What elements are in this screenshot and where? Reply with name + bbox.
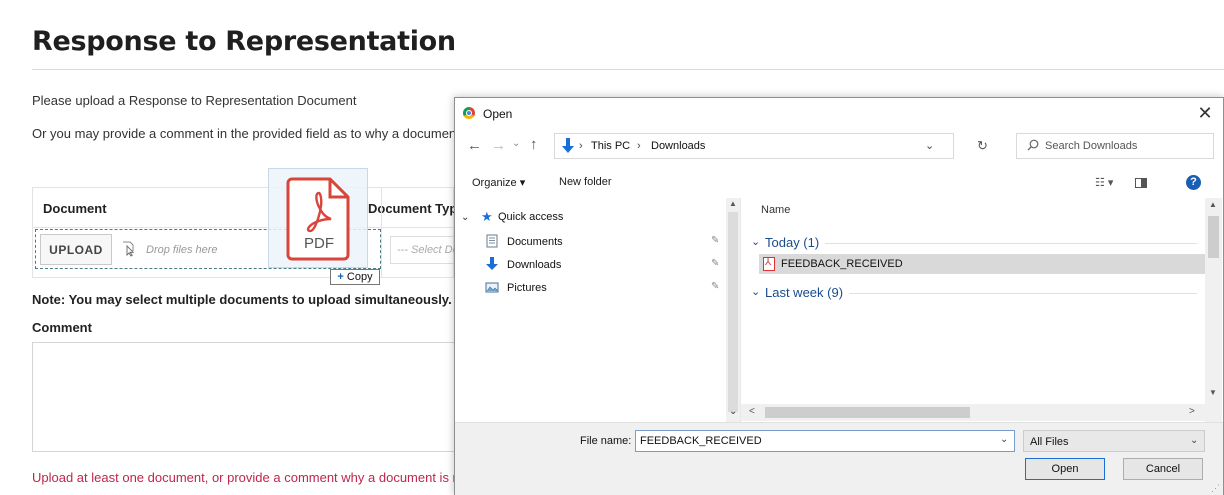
page-title: Response to Representation xyxy=(32,26,456,57)
upload-button[interactable]: UPLOAD xyxy=(40,234,112,265)
pin-icon: ✎ xyxy=(711,281,720,292)
column-document: Document xyxy=(43,201,107,216)
file-type-select[interactable]: All Files ⌄ xyxy=(1023,430,1205,452)
group-label: Last week (9) xyxy=(765,285,850,300)
nav-item-pictures[interactable]: Pictures ✎ xyxy=(485,278,725,298)
open-file-dialog: Open ✕ ← → ⌄ ↑ › This PC › Downloads ⌄ ↻… xyxy=(454,97,1224,495)
star-icon: ★ xyxy=(481,209,493,224)
document-table: Document Document Type UPLOAD Drop files… xyxy=(32,187,465,278)
resize-grip-icon[interactable]: ⋰ xyxy=(1211,483,1220,494)
file-row-feedback-received[interactable]: FEEDBACK_RECEIVED xyxy=(759,254,1205,274)
group-today[interactable]: ⌄ Today (1) xyxy=(751,232,1197,252)
pin-icon: ✎ xyxy=(711,258,720,269)
group-last-week[interactable]: ⌄ Last week (9) xyxy=(751,282,1197,302)
address-bar[interactable]: › This PC › Downloads ⌄ xyxy=(554,133,954,159)
pin-icon: ✎ xyxy=(711,235,720,246)
scroll-right-icon[interactable]: > xyxy=(1189,406,1195,417)
expand-chevron-icon[interactable]: ⌄ xyxy=(461,212,469,223)
forward-arrow-icon[interactable]: → xyxy=(491,137,506,154)
title-divider xyxy=(32,69,1224,70)
drop-hint: Drop files here xyxy=(146,244,218,256)
collapse-chevron-icon[interactable]: ⌄ xyxy=(751,285,760,298)
dialog-titlebar[interactable]: Open ✕ xyxy=(455,98,1223,128)
pdf-file-icon: PDF xyxy=(286,177,350,261)
chrome-icon xyxy=(463,107,475,119)
chevron-down-icon[interactable]: ⌄ xyxy=(925,139,934,152)
scroll-up-icon[interactable]: ▲ xyxy=(1209,200,1217,209)
scroll-left-icon[interactable]: < xyxy=(749,406,755,417)
comment-label: Comment xyxy=(32,320,92,335)
scrollbar-thumb[interactable] xyxy=(728,212,738,412)
file-type-value: All Files xyxy=(1030,436,1069,448)
column-divider xyxy=(381,188,382,278)
pictures-icon xyxy=(485,282,499,293)
scrollbar-thumb[interactable] xyxy=(1208,216,1219,258)
copy-plus-icon: + xyxy=(337,271,344,283)
help-icon[interactable]: ? xyxy=(1186,175,1201,190)
navigation-pane: ⌄ ★ Quick access Documents ✎ Downloads ✎… xyxy=(455,198,740,422)
file-list-hscrollbar[interactable]: < > xyxy=(741,404,1205,421)
breadcrumb-this-pc[interactable]: This PC xyxy=(591,140,630,152)
pdf-label: PDF xyxy=(304,235,334,252)
close-icon[interactable]: ✕ xyxy=(1193,103,1217,123)
document-type-select[interactable]: --- Select Document Type --- xyxy=(390,236,460,264)
up-arrow-icon[interactable]: ↑ xyxy=(530,136,538,153)
chevron-down-icon[interactable]: ⌄ xyxy=(729,406,737,417)
comment-textarea[interactable] xyxy=(32,342,462,452)
back-arrow-icon[interactable]: ← xyxy=(467,137,482,154)
refresh-icon[interactable]: ↻ xyxy=(977,138,988,154)
group-label: Today (1) xyxy=(765,235,826,250)
downloads-icon xyxy=(486,257,498,270)
dragged-file-ghost: PDF xyxy=(268,168,368,268)
dialog-footer: File name: FEEDBACK_RECEIVED ⌄ All Files… xyxy=(455,422,1223,495)
scrollbar-thumb[interactable] xyxy=(765,407,970,418)
breadcrumb-separator: › xyxy=(637,140,641,152)
file-list-vscrollbar[interactable]: ▲ ▼ xyxy=(1205,198,1222,422)
group-divider xyxy=(765,243,1197,244)
open-button[interactable]: Open xyxy=(1025,458,1105,480)
view-options-icon[interactable]: ☷ ▾ xyxy=(1095,176,1113,189)
intro-text-2: Or you may provide a comment in the prov… xyxy=(32,126,454,141)
nav-item-downloads[interactable]: Downloads ✎ xyxy=(485,255,725,275)
copy-tooltip: + Copy xyxy=(330,269,380,285)
search-input[interactable] xyxy=(1045,138,1205,154)
file-name-input[interactable]: FEEDBACK_RECEIVED xyxy=(635,430,1015,452)
scroll-up-icon[interactable]: ▲ xyxy=(729,199,737,208)
downloads-icon xyxy=(562,138,574,153)
nav-item-label: Documents xyxy=(507,236,563,248)
command-bar: Organize ▾ New folder ☷ ▾ ? xyxy=(455,170,1223,196)
organize-menu[interactable]: Organize ▾ xyxy=(472,176,525,189)
multi-upload-note: Note: You may select multiple documents … xyxy=(32,292,452,307)
column-document-type: Document Type xyxy=(368,201,465,216)
nav-scrollbar[interactable]: ▲ xyxy=(726,198,740,422)
file-name-label: File name: xyxy=(580,435,632,447)
validation-error: Upload at least one document, or provide… xyxy=(32,470,454,485)
breadcrumb-downloads[interactable]: Downloads xyxy=(651,140,705,152)
file-list-pane: Name ⌄ Today (1) ⌄ Last week (9) xyxy=(741,198,1211,422)
breadcrumb-separator: › xyxy=(579,140,583,152)
intro-text: Please upload a Response to Representati… xyxy=(32,93,357,108)
nav-item-label: Downloads xyxy=(507,259,562,271)
nav-item-label: Pictures xyxy=(507,282,547,294)
cancel-button[interactable]: Cancel xyxy=(1123,458,1203,480)
column-header-name[interactable]: Name xyxy=(761,204,790,216)
copy-label: Copy xyxy=(346,271,373,283)
nav-item-documents[interactable]: Documents ✎ xyxy=(485,232,725,252)
quick-access-item[interactable]: Quick access xyxy=(498,211,563,223)
drop-cursor-icon xyxy=(123,241,135,257)
navigation-bar: ← → ⌄ ↑ › This PC › Downloads ⌄ ↻ xyxy=(455,128,1223,164)
documents-icon xyxy=(486,234,498,248)
recent-locations-icon[interactable]: ⌄ xyxy=(512,138,520,149)
chevron-down-icon: ⌄ xyxy=(1190,435,1199,446)
preview-pane-icon[interactable] xyxy=(1135,178,1147,188)
dialog-title: Open xyxy=(483,107,513,121)
new-folder-button[interactable]: New folder xyxy=(559,176,612,188)
search-box[interactable] xyxy=(1016,133,1214,159)
scroll-down-icon[interactable]: ▼ xyxy=(1209,388,1217,397)
chevron-down-icon[interactable]: ⌄ xyxy=(1000,434,1008,445)
file-name: FEEDBACK_RECEIVED xyxy=(781,258,903,270)
search-icon xyxy=(1027,139,1039,151)
collapse-chevron-icon[interactable]: ⌄ xyxy=(751,235,760,248)
pdf-file-icon xyxy=(763,257,775,271)
